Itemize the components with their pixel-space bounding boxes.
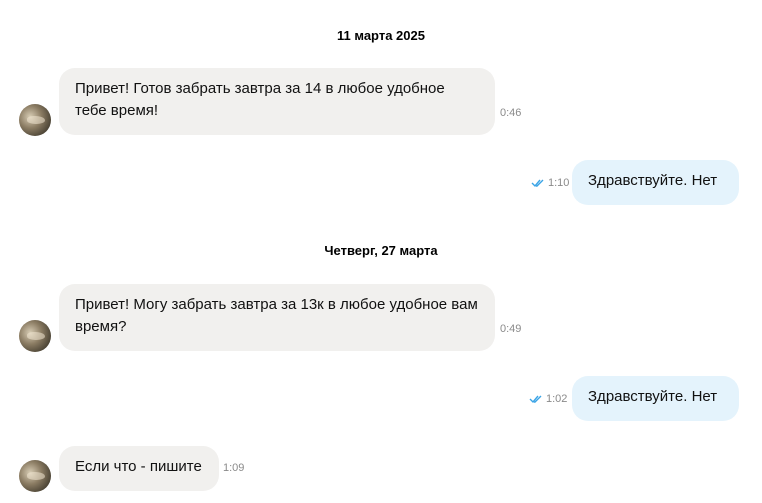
message-text: Здравствуйте. Нет [588,172,718,189]
incoming-message-bubble[interactable]: Если что - пишите [59,446,219,491]
message-time: 0:49 [500,323,522,335]
message-time: 0:46 [500,107,522,119]
incoming-message-bubble[interactable]: Привет! Могу забрать завтра за 13к в люб… [59,284,495,351]
message-time: 1:09 [223,462,245,474]
chat-window: 11 марта 2025 Привет! Готов забрать завт… [0,0,762,503]
message-time: 1:02 [546,393,568,405]
message-text: Здравствуйте. Нет [588,388,718,405]
message-text: Привет! Могу забрать завтра за 13к в люб… [75,296,478,335]
outgoing-message-bubble[interactable]: Здравствуйте. Нет [572,160,739,205]
avatar[interactable] [19,460,51,492]
message-time: 1:10 [548,177,570,189]
avatar[interactable] [19,104,51,136]
incoming-message-bubble[interactable]: Привет! Готов забрать завтра за 14 в люб… [59,68,495,135]
date-separator: Четверг, 27 марта [324,243,438,258]
avatar[interactable] [19,320,51,352]
message-text: Если что - пишите [75,458,202,475]
double-check-icon [529,395,542,404]
double-check-icon [531,179,544,188]
date-separator: 11 марта 2025 [337,28,425,43]
message-text: Привет! Готов забрать завтра за 14 в люб… [75,80,445,119]
outgoing-message-bubble[interactable]: Здравствуйте. Нет [572,376,739,421]
